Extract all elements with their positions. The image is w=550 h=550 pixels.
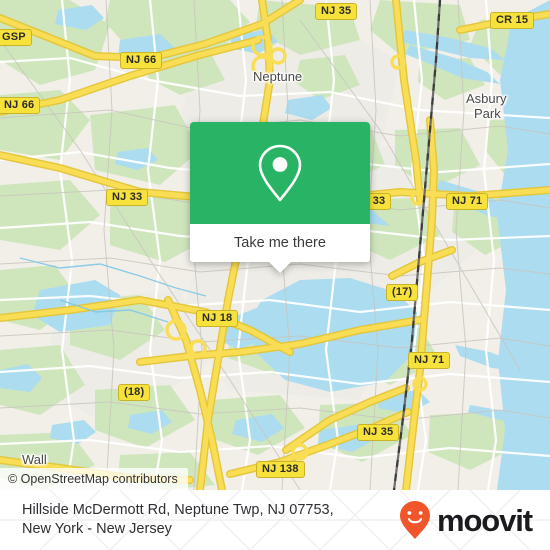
popup-header bbox=[190, 122, 370, 224]
road-shield: NJ 33 bbox=[106, 189, 149, 206]
road-shield: NJ 18 bbox=[196, 310, 239, 327]
road-shield: (18) bbox=[118, 384, 151, 401]
map-pin-outline-icon bbox=[258, 144, 302, 202]
popup-pointer bbox=[268, 261, 292, 273]
osm-attribution[interactable]: © OpenStreetMap contributors bbox=[0, 468, 188, 490]
place-label-wall: Wall bbox=[22, 452, 47, 467]
road-shield: NJ 71 bbox=[408, 352, 451, 369]
road-shield: (17) bbox=[386, 284, 419, 301]
map-screenshot-root: GSP NJ 66 NJ 35 CR 15 NJ 66 NJ 33 NJ 33 … bbox=[0, 0, 550, 550]
moovit-smiley-pin-icon bbox=[399, 501, 430, 539]
place-label-asbury-park: Park bbox=[474, 106, 501, 121]
place-label-asbury: Asbury bbox=[466, 91, 507, 106]
place-label-neptune: Neptune bbox=[253, 69, 303, 84]
location-address: Hillside McDermott Rd, Neptune Twp, NJ 0… bbox=[22, 501, 334, 539]
address-line-2: New York - New Jersey bbox=[22, 521, 172, 537]
road-shield: NJ 66 bbox=[0, 97, 41, 114]
address-line-1: Hillside McDermott Rd, Neptune Twp, NJ 0… bbox=[22, 502, 334, 518]
take-me-there-label: Take me there bbox=[234, 235, 326, 251]
popup-action-bar[interactable]: Take me there bbox=[190, 224, 370, 273]
road-shield: NJ 71 bbox=[446, 193, 489, 210]
moovit-wordmark: moovit bbox=[436, 502, 533, 538]
road-shield: NJ 35 bbox=[315, 3, 358, 20]
road-shield: CR 15 bbox=[490, 12, 535, 29]
road-shield: NJ 66 bbox=[120, 52, 163, 69]
footer-bar: Hillside McDermott Rd, Neptune Twp, NJ 0… bbox=[0, 490, 550, 550]
take-me-there-popup[interactable]: Take me there bbox=[190, 122, 370, 273]
road-shield: NJ 35 bbox=[357, 424, 400, 441]
road-shield: GSP bbox=[0, 29, 32, 46]
footer-content: Hillside McDermott Rd, Neptune Twp, NJ 0… bbox=[0, 490, 550, 550]
road-shield: NJ 138 bbox=[256, 461, 305, 478]
moovit-brand[interactable]: moovit bbox=[398, 500, 533, 540]
